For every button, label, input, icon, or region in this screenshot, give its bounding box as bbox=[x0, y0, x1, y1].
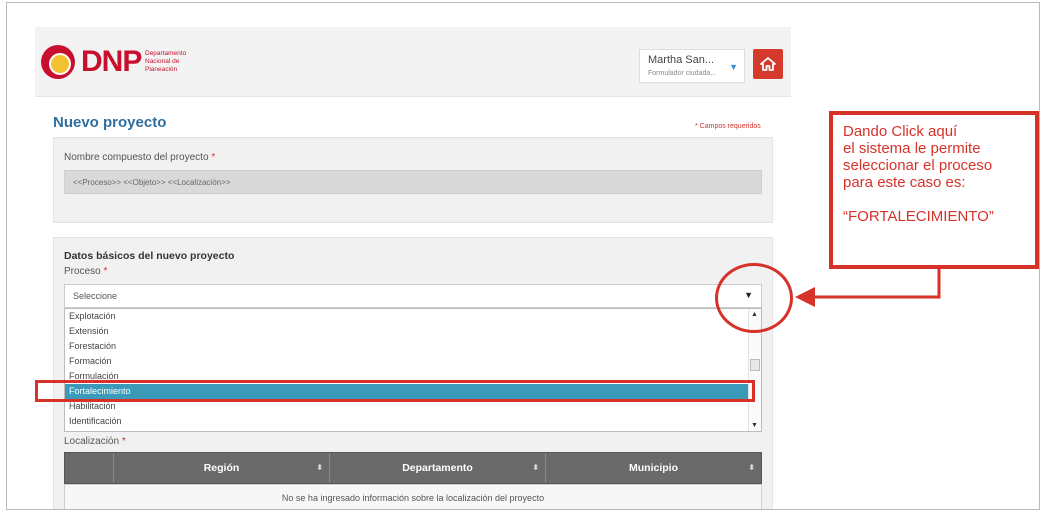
home-icon bbox=[760, 57, 776, 71]
screenshot-frame: DNP Departamento Nacional de Planeación … bbox=[6, 2, 1040, 510]
proceso-select[interactable]: Seleccione ▼ bbox=[64, 284, 762, 308]
proceso-option[interactable]: Explotación bbox=[65, 309, 749, 324]
basic-data-title: Datos básicos del nuevo proyecto bbox=[64, 250, 235, 262]
logo-subtitle: Departamento Nacional de Planeación bbox=[145, 50, 187, 73]
annotation-callout: Dando Click aquí el sistema le permite s… bbox=[829, 111, 1039, 269]
proceso-option[interactable]: Forestación bbox=[65, 339, 749, 354]
home-button[interactable] bbox=[753, 49, 783, 79]
page-title: Nuevo proyecto bbox=[53, 114, 167, 131]
user-name: Martha San... bbox=[648, 54, 715, 66]
seal-icon bbox=[41, 45, 75, 79]
callout-target: “FORTALECIMIENTO” bbox=[843, 208, 994, 225]
column-header-departamento[interactable]: Departamento ⬍ bbox=[329, 453, 545, 483]
user-menu[interactable]: Martha San... Formulador ciudada... ▼ bbox=[639, 49, 745, 83]
basic-data-panel: Datos básicos del nuevo proyecto Proceso… bbox=[53, 237, 773, 509]
localizacion-label: Localización * bbox=[64, 436, 126, 447]
project-name-panel: Nombre compuesto del proyecto * <<Proces… bbox=[53, 137, 773, 223]
chevron-down-icon: ▼ bbox=[729, 62, 738, 72]
callout-line-4: para este caso es: bbox=[843, 174, 966, 191]
scroll-down-icon[interactable]: ▼ bbox=[751, 422, 758, 429]
location-table-header: Región ⬍ Departamento ⬍ Municipio ⬍ bbox=[64, 452, 762, 484]
proceso-option[interactable]: Formación bbox=[65, 354, 749, 369]
sort-icon[interactable]: ⬍ bbox=[532, 453, 539, 483]
scroll-thumb[interactable] bbox=[750, 359, 760, 371]
callout-line-1: Dando Click aquí bbox=[843, 123, 958, 140]
callout-line-3: seleccionar el proceso bbox=[843, 157, 993, 174]
proceso-label: Proceso * bbox=[64, 266, 108, 277]
logo-text: DNP bbox=[81, 45, 142, 78]
sort-icon[interactable]: ⬍ bbox=[748, 453, 755, 483]
dropdown-highlight-circle bbox=[715, 263, 793, 333]
required-fields-note: * Campos requeridos bbox=[695, 123, 761, 130]
selected-option-highlight bbox=[35, 380, 755, 402]
dnp-logo[interactable]: DNP Departamento Nacional de Planeación bbox=[41, 43, 201, 83]
project-name-field: <<Proceso>> <<Objeto>> <<Localización>> bbox=[64, 170, 762, 194]
sort-icon[interactable]: ⬍ bbox=[316, 453, 323, 483]
user-role: Formulador ciudada... bbox=[648, 70, 717, 77]
proceso-options-list[interactable]: Explotación Extensión Forestación Formación… bbox=[64, 308, 762, 432]
location-empty-message: No se ha ingresado información sobre la … bbox=[64, 484, 762, 509]
callout-line-2: el sistema le permite bbox=[843, 140, 981, 157]
column-header-municipio[interactable]: Municipio ⬍ bbox=[545, 453, 761, 483]
column-header-empty bbox=[65, 453, 113, 483]
column-header-region[interactable]: Región ⬍ bbox=[113, 453, 329, 483]
project-name-label: Nombre compuesto del proyecto * bbox=[64, 152, 216, 163]
app-window: DNP Departamento Nacional de Planeación … bbox=[35, 27, 791, 509]
proceso-option[interactable]: Extensión bbox=[65, 324, 749, 339]
proceso-option[interactable]: Identificación bbox=[65, 414, 749, 429]
proceso-select-value: Seleccione bbox=[73, 291, 118, 301]
header-bar: DNP Departamento Nacional de Planeación … bbox=[35, 27, 791, 97]
location-table: Región ⬍ Departamento ⬍ Municipio ⬍ No se h… bbox=[64, 452, 762, 509]
annotation-arrow bbox=[795, 265, 941, 307]
